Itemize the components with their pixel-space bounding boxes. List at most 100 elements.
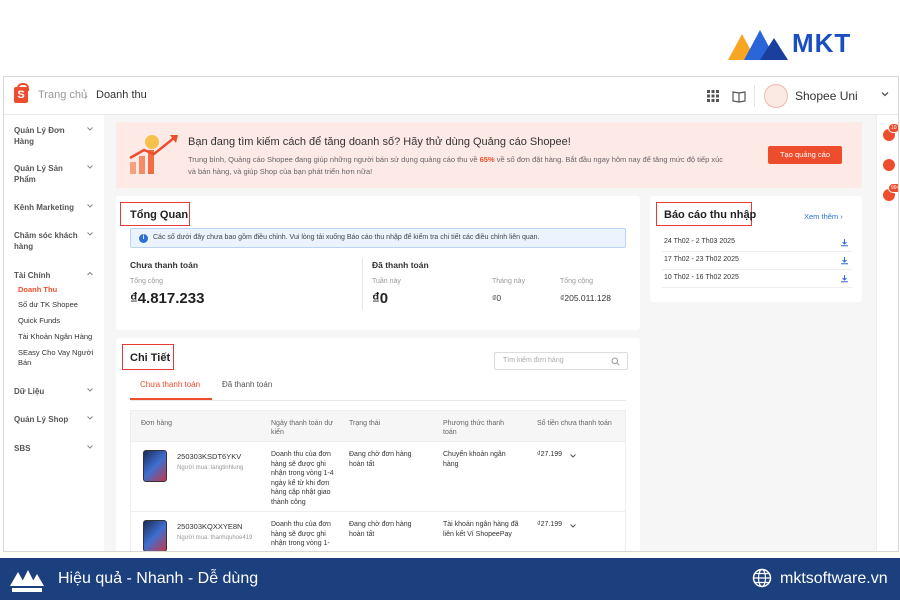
chevron-up-icon[interactable]	[86, 270, 94, 278]
income-report-card: Báo cáo thu nhập Xem thêm › 24 Th02 - 2 …	[650, 196, 862, 302]
download-icon[interactable]	[840, 274, 849, 283]
product-thumbnail	[143, 450, 167, 482]
sidebar-sub-quick-funds[interactable]: Quick Funds	[18, 316, 98, 326]
sidebar-item-shop[interactable]: Quản Lý Shop	[14, 414, 84, 425]
chevron-down-icon[interactable]	[86, 386, 94, 394]
sidebar-item-marketing[interactable]: Kênh Marketing	[14, 202, 84, 213]
right-rail: 10 99+	[876, 115, 898, 551]
detail-card: Chi Tiết Tìm kiếm đơn hàng Chưa thanh to…	[116, 338, 640, 551]
order-buyer: Người mua: thanhquhoe419	[177, 535, 253, 541]
chevron-down-icon[interactable]	[86, 443, 94, 451]
paid-month-value: ₫0	[492, 293, 502, 303]
chevron-down-icon[interactable]	[86, 414, 94, 422]
paid-week-label: Tuần này	[372, 278, 401, 285]
chevron-down-icon[interactable]	[86, 230, 94, 238]
unpaid-total-value: ₫4.817.233	[130, 290, 205, 307]
chevron-down-icon[interactable]	[86, 202, 94, 210]
paid-total-value: ₫205.011.128	[560, 293, 611, 303]
order-expected-date: Doanh thu của đơn hàng sẽ được ghi nhận …	[271, 521, 331, 547]
sidebar-item-data[interactable]: Dữ Liệu	[14, 386, 84, 397]
notification-badge: 10	[888, 123, 898, 133]
ads-banner: Bạn đang tìm kiếm cách để tăng doanh số?…	[116, 122, 862, 188]
banner-desc-highlight: 65%	[479, 155, 495, 164]
column-header: Phương thức thanh toán	[443, 420, 505, 436]
table-header: Đơn hàng Ngày thanh toán dự kiến Trạng t…	[130, 410, 626, 442]
chevron-down-icon[interactable]	[569, 452, 577, 460]
seller-center-window: S Trang chủ › Doanh thu Shopee Uni Quản …	[3, 76, 899, 552]
overview-info-text: Các số dưới đây chưa bao gồm điều chỉnh.…	[153, 234, 540, 241]
order-search-placeholder: Tìm kiếm đơn hàng	[503, 357, 564, 364]
sidebar-item-products[interactable]: Quản Lý Sản Phẩm	[14, 163, 84, 185]
sidebar-sub-bank-account[interactable]: Tài Khoản Ngân Hàng	[18, 332, 98, 342]
breadcrumb-separator: ›	[84, 89, 88, 103]
shop-name[interactable]: Shopee Uni	[795, 89, 858, 103]
chevron-down-icon[interactable]	[86, 125, 94, 133]
order-payment-method: Tài khoản ngân hàng đã liên kết Ví Shope…	[443, 521, 519, 538]
create-ad-button[interactable]: Tạo quảng cáo	[768, 146, 842, 164]
tab-unpaid[interactable]: Chưa thanh toán	[140, 380, 200, 389]
breadcrumb-home[interactable]: Trang chủ	[38, 89, 87, 101]
income-report-title: Báo cáo thu nhập	[664, 209, 757, 221]
sidebar-sub-balance[interactable]: Số dư TK Shopee	[18, 300, 98, 310]
column-header: Trạng thái	[349, 420, 381, 427]
shop-avatar[interactable]	[764, 84, 788, 108]
report-period: 17 Th02 - 23 Th02 2025	[664, 256, 739, 263]
unpaid-total-label: Tổng cộng	[130, 278, 164, 285]
footer-tagline: Hiệu quả - Nhanh - Dễ dùng	[58, 570, 259, 587]
top-bar: S Trang chủ › Doanh thu Shopee Uni	[4, 77, 898, 115]
overview-title: Tổng Quan	[130, 209, 189, 221]
order-id[interactable]: 250303KQXXYE8N	[177, 522, 242, 531]
sidebar-item-sbs[interactable]: SBS	[14, 443, 84, 454]
column-header: Đơn hàng	[141, 420, 173, 427]
shopee-logo-icon[interactable]: S	[14, 83, 29, 103]
chat-badge: 99+	[888, 183, 898, 193]
column-header: Số tiền chưa thanh toán	[537, 420, 612, 427]
sidebar: Quản Lý Đơn Hàng Quản Lý Sản Phẩm Kênh M…	[4, 115, 104, 551]
column-header: Ngày thanh toán dự kiến	[271, 420, 333, 436]
overview-card: Tổng Quan i Các số dưới đây chưa bao gồm…	[116, 196, 640, 330]
tab-bar-line	[130, 400, 626, 401]
chevron-down-icon[interactable]	[569, 522, 577, 530]
footer-bar: Hiệu quả - Nhanh - Dễ dùng mktsoftware.v…	[0, 558, 900, 600]
order-id[interactable]: 250303KSDT6YKV	[177, 452, 241, 461]
brand-name: MKT	[792, 28, 852, 58]
table-row[interactable]: 250303KQXXYE8N Người mua: thanhquhoe419 …	[130, 512, 626, 551]
banner-desc-text: Trung bình, Quảng cáo Shopee đang giúp n…	[188, 155, 480, 164]
report-period: 10 Th02 - 16 Th02 2025	[664, 274, 739, 281]
mkt-logo: MKT	[726, 24, 886, 64]
download-icon[interactable]	[840, 256, 849, 265]
order-buyer: Người mua: tangtinhlung	[177, 465, 244, 471]
footer-website[interactable]: mktsoftware.vn	[780, 570, 888, 588]
paid-week-value: ₫0	[372, 290, 389, 307]
report-row: 10 Th02 - 16 Th02 2025	[662, 270, 852, 288]
sidebar-item-customer-care[interactable]: Chăm sóc khách hàng	[14, 230, 84, 252]
apps-grid-icon[interactable]	[706, 89, 720, 103]
sidebar-item-orders[interactable]: Quản Lý Đơn Hàng	[14, 125, 84, 147]
tab-paid[interactable]: Đã thanh toán	[222, 380, 272, 389]
chevron-down-icon[interactable]	[86, 163, 94, 171]
order-expected-date: Doanh thu của đơn hàng sẽ được ghi nhận …	[271, 451, 334, 506]
overview-divider	[362, 258, 363, 310]
globe-icon	[752, 568, 772, 588]
sidebar-sub-revenue[interactable]: Doanh Thu	[18, 285, 98, 295]
banner-description: Trung bình, Quảng cáo Shopee đang giúp n…	[188, 154, 728, 178]
sidebar-item-finance[interactable]: Tài Chính	[14, 270, 84, 281]
book-icon[interactable]	[732, 89, 746, 103]
sidebar-sub-seller-loan[interactable]: SEasy Cho Vay Người Bán	[18, 348, 98, 368]
banner-title: Bạn đang tìm kiếm cách để tăng doanh số?…	[188, 136, 571, 148]
paid-label: Đã thanh toán	[372, 260, 429, 270]
order-payment-method: Chuyển khoản ngân hàng	[443, 451, 506, 468]
order-search-input[interactable]: Tìm kiếm đơn hàng	[494, 352, 628, 370]
see-more-link[interactable]: Xem thêm ›	[804, 212, 843, 221]
search-icon[interactable]	[611, 357, 620, 366]
info-icon: i	[139, 234, 148, 243]
detail-title: Chi Tiết	[130, 352, 171, 364]
report-row: 17 Th02 - 23 Th02 2025	[662, 252, 852, 270]
assistant-icon[interactable]	[883, 159, 895, 171]
chevron-down-icon[interactable]	[880, 89, 890, 99]
download-icon[interactable]	[840, 238, 849, 247]
table-row[interactable]: 250303KSDT6YKV Người mua: tangtinhlung D…	[130, 442, 626, 512]
order-status: Đang chờ đơn hàng hoàn tất	[349, 451, 412, 468]
report-row: 24 Th02 - 2 Th03 2025	[662, 234, 852, 252]
unpaid-label: Chưa thanh toán	[130, 260, 199, 270]
